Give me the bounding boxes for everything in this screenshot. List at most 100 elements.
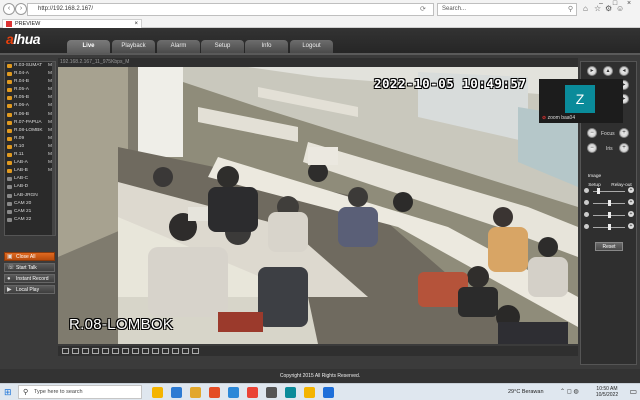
- zoom-participant-tile[interactable]: Z ⊘ zoom baa04: [539, 79, 623, 123]
- channel-item[interactable]: R.07-PAPUA M: [5, 119, 55, 127]
- channel-item[interactable]: R.06-A M: [5, 102, 55, 110]
- channel-item[interactable]: LAB-B M: [5, 167, 55, 175]
- channel-item[interactable]: R.03-SUMAT M: [5, 62, 55, 70]
- word-icon[interactable]: [323, 387, 334, 398]
- slider-knob[interactable]: [608, 224, 611, 230]
- smooth-icon[interactable]: [172, 348, 179, 354]
- edge-icon[interactable]: [228, 387, 239, 398]
- saturation-slider[interactable]: +: [584, 223, 634, 231]
- ptz-upright-icon[interactable]: ◂: [619, 66, 629, 76]
- tab-close-icon[interactable]: ×: [134, 20, 138, 28]
- close-all-button[interactable]: ▣ Close All: [4, 252, 55, 261]
- contrast-plus-icon[interactable]: +: [628, 199, 634, 205]
- camera-video-feed[interactable]: 2022-10-05 10:49:57 R.08-LOMBOK: [58, 67, 578, 344]
- tab-alarm[interactable]: Alarm: [157, 40, 200, 53]
- forward-icon[interactable]: ›: [15, 3, 27, 15]
- slider-knob[interactable]: [608, 200, 611, 206]
- focus-minus-icon[interactable]: −: [587, 128, 597, 138]
- channel-item[interactable]: CAM 20: [5, 200, 55, 208]
- local-play-button[interactable]: ▶ Local Play: [4, 285, 55, 294]
- contrast-slider[interactable]: +: [584, 199, 634, 207]
- ptz-upleft-icon[interactable]: ▸: [587, 66, 597, 76]
- hue-slider[interactable]: +: [584, 211, 634, 219]
- office-icon[interactable]: [209, 387, 220, 398]
- focus-plus-icon[interactable]: +: [619, 128, 629, 138]
- channel-item[interactable]: R.05-A M: [5, 86, 55, 94]
- channel-item[interactable]: R.10 M: [5, 143, 55, 151]
- minimize-button[interactable]: –: [594, 0, 608, 7]
- weather-widget[interactable]: 29°C Berawan: [508, 385, 544, 399]
- search-icon[interactable]: ⚲: [568, 4, 573, 15]
- tab-info[interactable]: Info: [245, 40, 288, 53]
- iris-minus-icon[interactable]: −: [587, 143, 597, 153]
- channel-item[interactable]: LAB-C: [5, 175, 55, 183]
- back-icon[interactable]: ‹: [3, 3, 15, 15]
- browser-search-input[interactable]: Search... ⚲: [437, 3, 577, 16]
- channel-item[interactable]: R.09 M: [5, 135, 55, 143]
- tab-logout[interactable]: Logout: [290, 40, 333, 53]
- channel-item[interactable]: CAM 21: [5, 208, 55, 216]
- ratio-icon[interactable]: [152, 348, 159, 354]
- channel-item[interactable]: R.04-B M: [5, 78, 55, 86]
- split-9-icon[interactable]: [112, 348, 119, 354]
- tab-playback[interactable]: Playback: [112, 40, 155, 53]
- close-button[interactable]: ×: [622, 0, 636, 7]
- channel-item[interactable]: LAB-JRGN: [5, 192, 55, 200]
- slider-knob[interactable]: [608, 212, 611, 218]
- task-view-icon[interactable]: [152, 387, 163, 398]
- system-tray[interactable]: ⌃ ◻ ◍: [560, 385, 579, 399]
- close-video-icon[interactable]: [192, 348, 199, 354]
- hue-plus-icon[interactable]: +: [628, 211, 634, 217]
- channel-item[interactable]: CAM 22: [5, 216, 55, 224]
- brightness-slider[interactable]: +: [584, 187, 634, 195]
- channel-list-scrollbar[interactable]: [52, 62, 55, 235]
- split-4-icon[interactable]: [72, 348, 79, 354]
- channel-item[interactable]: R.04-A M: [5, 70, 55, 78]
- record-toggle-icon[interactable]: [132, 348, 139, 354]
- channel-label: R.05-B: [14, 95, 29, 101]
- home-icon[interactable]: ⌂: [583, 3, 588, 15]
- slider-knob[interactable]: [597, 188, 600, 194]
- maximize-button[interactable]: □: [608, 0, 622, 7]
- channel-item[interactable]: R.06-B M: [5, 111, 55, 119]
- notification-icon[interactable]: ▭: [629, 387, 637, 396]
- address-bar[interactable]: http://192.168.2.167/: [27, 3, 434, 16]
- saturation-plus-icon[interactable]: +: [628, 223, 634, 229]
- ptz-up-icon[interactable]: ▴: [603, 66, 613, 76]
- browser-chrome: ‹ › http://192.168.2.167/ ⟳ Search... ⚲ …: [0, 0, 640, 28]
- split-1-icon[interactable]: [62, 348, 69, 354]
- fullscreen-icon[interactable]: [82, 348, 89, 354]
- zoom-icon[interactable]: [285, 387, 296, 398]
- channel-item[interactable]: R.11 M: [5, 151, 55, 159]
- zoom-icon[interactable]: [92, 348, 99, 354]
- audio-icon[interactable]: [142, 348, 149, 354]
- browser-tab[interactable]: PREVIEW ×: [2, 19, 142, 28]
- channel-label: R.09: [14, 135, 25, 141]
- notes-icon[interactable]: [304, 387, 315, 398]
- channel-item[interactable]: LAB-D: [5, 183, 55, 191]
- tab-live[interactable]: Live: [67, 40, 110, 53]
- stream-icon[interactable]: [162, 348, 169, 354]
- channel-label: CAM 21: [14, 208, 32, 214]
- taskbar-search-input[interactable]: ⚲ Type here to search: [18, 385, 142, 399]
- app-icon[interactable]: [266, 387, 277, 398]
- file-explorer-icon[interactable]: [171, 387, 182, 398]
- channel-item[interactable]: LAB-A M: [5, 159, 55, 167]
- channel-item[interactable]: R.05-B M: [5, 94, 55, 102]
- close-all-icon: ▣: [7, 254, 13, 260]
- instant-record-button[interactable]: ● Instant Record: [4, 274, 55, 283]
- refresh-icon[interactable]: ⟳: [420, 3, 426, 16]
- channel-item[interactable]: R.08-LOMBK M: [5, 127, 55, 135]
- tab-setup[interactable]: Setup: [201, 40, 244, 53]
- chrome-icon[interactable]: [247, 387, 258, 398]
- iris-plus-icon[interactable]: +: [619, 143, 629, 153]
- folder-icon[interactable]: [190, 387, 201, 398]
- split-16-icon[interactable]: [122, 348, 129, 354]
- start-talk-button[interactable]: ☏ Start Talk: [4, 263, 55, 272]
- windows-start-icon[interactable]: ⊞: [4, 387, 14, 397]
- reset-button[interactable]: Reset: [595, 242, 623, 251]
- snapshot-icon[interactable]: [102, 348, 109, 354]
- realtime-icon[interactable]: [182, 348, 189, 354]
- brightness-plus-icon[interactable]: +: [628, 187, 634, 193]
- taskbar-clock[interactable]: 10:50 AM 10/5/2022: [592, 386, 622, 398]
